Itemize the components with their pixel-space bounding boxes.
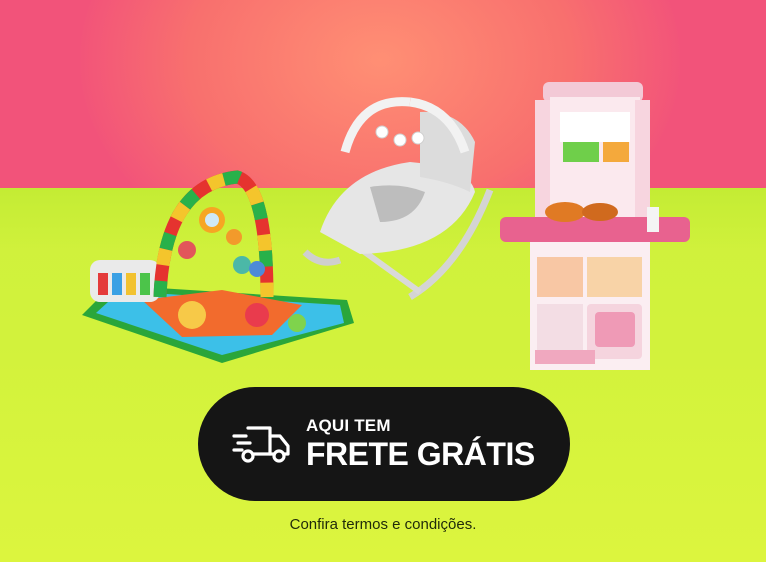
cta-title: FRETE GRÁTIS	[306, 436, 535, 472]
toy-kitchen-icon	[500, 82, 690, 370]
cta-text: AQUI TEM FRETE GRÁTIS	[306, 416, 535, 472]
cta-subtitle: AQUI TEM	[306, 416, 391, 435]
free-shipping-button[interactable]: AQUI TEM FRETE GRÁTIS	[198, 387, 570, 501]
delivery-truck-icon	[232, 426, 290, 463]
promo-banner: AQUI TEM FRETE GRÁTIS Confira termos e c…	[0, 0, 766, 562]
terms-link[interactable]: Confira termos e condições.	[0, 516, 766, 533]
baby-bouncer-chair-icon	[302, 97, 494, 301]
